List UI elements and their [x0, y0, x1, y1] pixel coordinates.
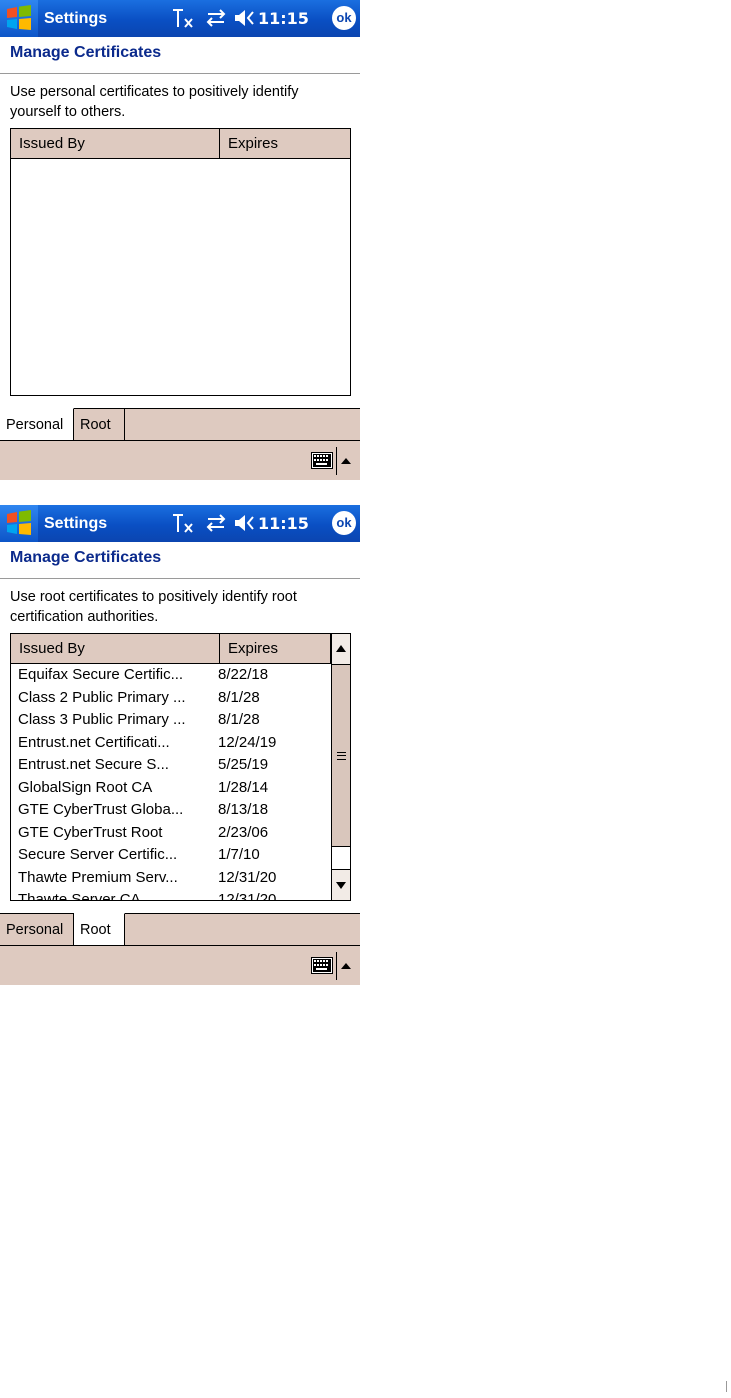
description-text: Use personal certificates to positively …	[10, 84, 299, 120]
sip-arrow-icon[interactable]	[341, 458, 351, 464]
keyboard-icon[interactable]	[311, 957, 333, 974]
page-title: Manage Certificates	[10, 549, 162, 566]
table-row[interactable]: Thawte Server CA 12/31/20	[11, 889, 350, 901]
cell-issued-by: Entrust.net Certificati...	[18, 733, 170, 751]
cell-issued-by: GTE CyberTrust Root	[18, 823, 163, 841]
certificate-rows: Equifax Secure Certific... 8/22/18 Class 2…	[11, 664, 350, 901]
sip-arrow-icon[interactable]	[341, 963, 351, 969]
tab-bar: Personal Root	[0, 913, 360, 946]
cell-expires: 8/1/28	[218, 688, 260, 706]
cell-expires: 8/22/18	[218, 666, 269, 683]
cell-issued-by: GTE CyberTrust Globa...	[18, 801, 184, 818]
cell-expires: 8/13/18	[218, 801, 269, 818]
divider	[0, 73, 360, 74]
cell-issued-by: Thawte Premium Serv...	[18, 868, 178, 886]
table-row[interactable]: GTE CyberTrust Root 2/23/06	[11, 822, 350, 845]
page-title: Manage Certificates	[10, 44, 162, 61]
windows-start-icon	[7, 510, 31, 535]
cell-issued-by: Equifax Secure Certific...	[18, 666, 184, 683]
screen-root: Settings 11:15 ok Manage Certificates Us…	[0, 505, 360, 985]
cell-expires: 12/24/19	[218, 733, 277, 751]
cell-issued-by: Class 3 Public Primary ...	[18, 711, 186, 728]
page-edge-mark	[726, 1381, 727, 1392]
description-text: Use root certificates to positively iden…	[10, 589, 297, 625]
tab-personal[interactable]: Personal	[0, 408, 74, 440]
cell-expires: 12/31/20	[218, 868, 277, 886]
scroll-up-button[interactable]	[332, 634, 350, 665]
column-header-expires[interactable]: Expires	[220, 129, 350, 158]
column-header-issued-by[interactable]: Issued By	[11, 129, 220, 158]
cell-expires: 5/25/19	[218, 756, 269, 773]
cell-issued-by: Class 2 Public Primary ...	[18, 688, 186, 706]
scroll-down-button[interactable]	[332, 869, 350, 900]
certificate-list[interactable]: Issued By Expires	[10, 128, 351, 396]
menu-bar	[0, 440, 360, 480]
cell-issued-by: Thawte Server CA	[18, 891, 141, 901]
ok-button[interactable]: ok	[332, 511, 356, 535]
windows-start-icon	[7, 5, 31, 30]
scroll-grip-icon	[337, 752, 346, 760]
cell-expires: 8/1/28	[218, 711, 260, 728]
column-header-issued-by[interactable]: Issued By	[11, 634, 220, 663]
sip-separator	[336, 447, 337, 475]
tab-bar: Personal Root	[0, 408, 360, 441]
title-bar: Settings 11:15 ok	[0, 505, 360, 542]
title-label: Settings	[44, 515, 108, 532]
list-header: Issued By Expires	[11, 129, 350, 159]
screen-personal: Settings 11:15 ok Manage Certificates Us…	[0, 0, 360, 480]
table-row[interactable]: GlobalSign Root CA 1/28/14	[11, 777, 350, 800]
cell-issued-by: Secure Server Certific...	[18, 846, 178, 863]
column-header-expires[interactable]: Expires	[220, 634, 331, 663]
table-row[interactable]: GTE CyberTrust Globa... 8/13/18	[11, 799, 350, 822]
cell-issued-by: GlobalSign Root CA	[18, 778, 153, 796]
divider	[0, 578, 360, 579]
tab-root[interactable]: Root	[74, 913, 125, 945]
cell-expires: 1/28/14	[218, 778, 269, 796]
certificate-list[interactable]: Issued By Expires Equifax Secure Certifi…	[10, 633, 351, 901]
sip-separator	[336, 952, 337, 980]
cell-issued-by: Entrust.net Secure S...	[18, 756, 169, 773]
cell-expires: 2/23/06	[218, 823, 269, 841]
connectivity-icon[interactable]	[204, 505, 228, 542]
tab-root[interactable]: Root	[74, 408, 125, 440]
volume-icon[interactable]	[234, 0, 258, 37]
table-row[interactable]: Equifax Secure Certific... 8/22/18	[11, 664, 350, 687]
table-row[interactable]: Thawte Premium Serv... 12/31/20	[11, 867, 350, 890]
list-header: Issued By Expires	[11, 634, 331, 664]
clock[interactable]: 11:15	[258, 505, 309, 542]
start-button[interactable]	[0, 505, 38, 542]
table-row[interactable]: Entrust.net Secure S... 5/25/19	[11, 754, 350, 777]
menu-bar	[0, 945, 360, 985]
title-bar: Settings 11:15 ok	[0, 0, 360, 37]
connectivity-icon[interactable]	[204, 0, 228, 37]
vertical-scrollbar[interactable]	[331, 634, 350, 900]
cell-expires: 12/31/20	[218, 891, 277, 901]
title-label: Settings	[44, 10, 108, 27]
keyboard-icon[interactable]	[311, 452, 333, 469]
table-row[interactable]: Entrust.net Certificati... 12/24/19	[11, 732, 350, 755]
start-button[interactable]	[0, 0, 38, 37]
table-row[interactable]: Class 3 Public Primary ... 8/1/28	[11, 709, 350, 732]
clock[interactable]: 11:15	[258, 0, 309, 37]
ok-button[interactable]: ok	[332, 6, 356, 30]
volume-icon[interactable]	[234, 505, 258, 542]
cell-expires: 1/7/10	[218, 846, 260, 863]
tab-personal[interactable]: Personal	[0, 913, 74, 945]
table-row[interactable]: Class 2 Public Primary ... 8/1/28	[11, 687, 350, 710]
table-row[interactable]: Secure Server Certific... 1/7/10	[11, 844, 350, 867]
